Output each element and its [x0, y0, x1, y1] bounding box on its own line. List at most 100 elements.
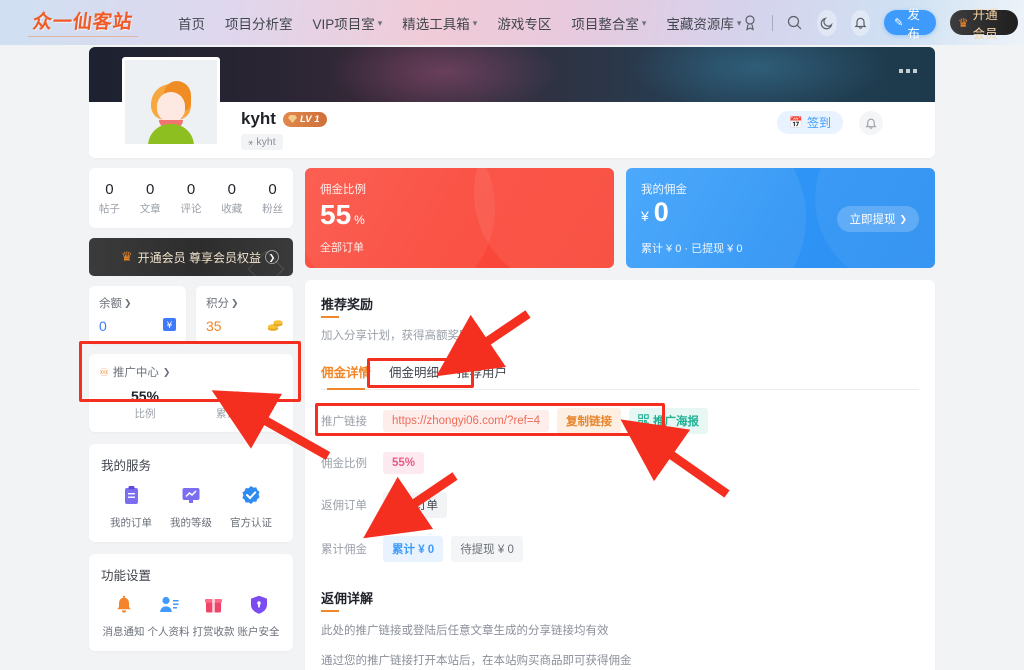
profile-card: kyht LV 1 ⚹ kyht 📅 签到	[89, 47, 935, 158]
tab-commission-details[interactable]: 佣金详情	[321, 362, 372, 390]
stat-articles[interactable]: 0 文章	[140, 180, 161, 217]
setting-notifications[interactable]: 消息通知	[101, 595, 146, 639]
user-tag: ⚹ kyht	[241, 134, 283, 150]
my-services-title: 我的服务	[101, 459, 152, 473]
avatar[interactable]	[122, 57, 220, 147]
nav-item-label: 首页	[178, 16, 205, 32]
banner-glow-right	[629, 47, 889, 102]
balance-card[interactable]: 余额 ❯ 0 ¥	[89, 286, 186, 344]
signin-button[interactable]: 📅 签到	[777, 111, 843, 134]
tab-commission-records[interactable]: 佣金明细	[389, 362, 439, 381]
tab-referred-users[interactable]: 推荐用户	[457, 362, 507, 381]
stat-value: 0	[105, 180, 114, 198]
explain-line: 此处的推广链接或登陆后任意文章生成的分享链接均有效	[321, 625, 609, 637]
feature-settings-grid: 消息通知 个人资料 打赏收款 账户安全	[101, 595, 281, 639]
referral-panel: 推荐奖励 加入分享计划，获得高额奖励 佣金详情 佣金明细 推荐用户 推广链接 h…	[305, 280, 935, 670]
copy-link-button[interactable]: 复制链接	[557, 408, 621, 434]
summary-cards-row: 佣金比例 55 % 全部订单 我的佣金 ¥ 0 累计 ¥ 0 · 已提现 ¥ 0…	[305, 168, 935, 268]
publish-button[interactable]: ✎ 发布	[884, 8, 936, 41]
row-cumulative-commission: 累计佣金 累计 ¥ 0 待提现 ¥ 0	[321, 536, 919, 562]
stat-label: 评论	[180, 203, 202, 216]
nav-item-toolbox[interactable]: 精选工具箱 ▾	[402, 13, 477, 33]
open-membership-button[interactable]: ♛ 开通会员	[949, 8, 1019, 41]
nav-item-vip-project[interactable]: VIP项目室 ▾	[313, 13, 383, 33]
service-my-level[interactable]: 我的等级	[161, 485, 221, 530]
vip-upgrade-banner[interactable]: ♛ 开通会员 尊享会员权益 ❯	[89, 238, 293, 276]
stat-comments[interactable]: 0 评论	[180, 180, 201, 217]
chevron-down-icon: ▾	[377, 18, 383, 28]
service-my-orders[interactable]: 我的订单	[101, 485, 161, 530]
promo-stat-label: 累计佣金	[216, 408, 258, 420]
commission-ratio-value-group: 55 %	[320, 201, 365, 229]
site-logo[interactable]: 众一仙客站 ZHONGYI XIANKE ZHAN · RESOURCE	[28, 8, 138, 38]
points-title-group: 积分 ❯	[206, 295, 283, 311]
medal-icon[interactable]	[741, 12, 758, 34]
promo-stat-value: 55%	[130, 388, 160, 404]
currency-symbol: ¥	[641, 208, 649, 224]
balance-title-group: 余额 ❯	[99, 295, 176, 311]
my-commission-footer: 累计 ¥ 0 · 已提现 ¥ 0	[641, 243, 743, 255]
gem-icon	[287, 115, 297, 123]
explain-section: 返佣详解 此处的推广链接或登陆后任意文章生成的分享链接均有效 通过您的推广链接打…	[321, 588, 919, 670]
setting-label: 个人资料	[147, 626, 190, 638]
promo-stat-cumulative: 0 累计佣金	[191, 388, 283, 421]
stat-favorites[interactable]: 0 收藏	[221, 180, 242, 217]
dark-mode-icon[interactable]	[817, 9, 837, 36]
wallet-row: 余额 ❯ 0 ¥ 积分 ❯ 35	[89, 286, 293, 344]
withdraw-now-button[interactable]: 立即提现 ❯	[837, 206, 919, 232]
points-card[interactable]: 积分 ❯ 35	[196, 286, 293, 344]
service-official-verify[interactable]: 官方认证	[221, 485, 281, 530]
my-commission-value-group: ¥ 0	[641, 199, 669, 226]
nav-divider	[771, 14, 773, 31]
feature-settings-card: 功能设置 消息通知 个人资料 打赏收款 账户安全	[89, 554, 293, 651]
stat-value: 0	[146, 180, 155, 198]
stat-value: 0	[268, 180, 277, 198]
rebate-orders-value[interactable]: 全部订单	[383, 492, 447, 518]
balance-label: 余额	[99, 298, 122, 310]
chevron-down-icon: ▾	[472, 18, 478, 28]
setting-account-security[interactable]: 账户安全	[236, 595, 281, 639]
pending-withdraw-tab[interactable]: 待提现 ¥ 0	[451, 536, 523, 562]
nav-item-label: 宝藏资源库	[666, 16, 734, 32]
my-commission-label: 我的佣金	[641, 184, 687, 196]
chevron-down-icon: ▾	[641, 18, 647, 28]
profile-bell-button[interactable]	[859, 111, 883, 135]
row-label: 佣金比例	[321, 458, 367, 470]
signin-button-label: 签到	[806, 116, 831, 130]
nav-item-home[interactable]: 首页	[178, 13, 205, 33]
crown-icon: ♛	[957, 15, 969, 30]
nav-item-game-zone[interactable]: 游戏专区	[497, 13, 551, 33]
promo-stat-ratio: 55% 比例	[99, 388, 191, 421]
promotion-center-card[interactable]: ♾ 推广中心 ❯ 55% 比例 0 累计佣金	[89, 354, 293, 432]
nav-item-treasure-resources[interactable]: 宝藏资源库 ▾	[666, 13, 741, 33]
copy-link-label: 复制链接	[566, 416, 612, 428]
promotion-center-stats: 55% 比例 0 累计佣金	[99, 388, 283, 421]
promo-poster-button[interactable]: 推广海报	[629, 408, 708, 434]
setting-reward-payment[interactable]: 打赏收款	[191, 595, 236, 639]
promo-link-value[interactable]: https://zhongyi06.com/?ref=4	[383, 410, 549, 432]
nav-menu: 首页 项目分析室 VIP项目室 ▾ 精选工具箱 ▾ 游戏专区 项目整合室 ▾ 宝藏资源…	[178, 13, 741, 33]
page-scrollbar[interactable]	[1017, 45, 1024, 670]
nav-item-project-integration[interactable]: 项目整合室 ▾	[571, 13, 646, 33]
cumulative-commission-tab[interactable]: 累计 ¥ 0	[383, 536, 444, 562]
search-icon[interactable]	[787, 12, 804, 34]
user-identity: kyht LV 1	[241, 109, 327, 129]
wallet-icon: ¥	[162, 317, 177, 335]
stat-label: 粉丝	[262, 203, 284, 216]
nav-item-label: 游戏专区	[497, 16, 552, 32]
nav-item-project-analysis[interactable]: 项目分析室	[225, 13, 293, 33]
level-badge-label: LV 1	[299, 113, 320, 125]
stat-posts[interactable]: 0 帖子	[99, 180, 120, 217]
page-body: kyht LV 1 ⚹ kyht 📅 签到 0 帖子 0 文章 0 评论 0 收…	[0, 45, 1024, 670]
commission-ratio-unit: %	[354, 213, 365, 227]
level-badge: LV 1	[282, 111, 327, 127]
open-membership-label: 开通会员	[972, 7, 998, 41]
referral-subtitle: 加入分享计划，获得高额奖励	[321, 330, 471, 342]
tab-label: 佣金详情	[321, 366, 372, 380]
setting-profile[interactable]: 个人资料	[146, 595, 191, 639]
stat-fans[interactable]: 0 粉丝	[262, 180, 283, 217]
chevron-right-icon: ❯	[265, 250, 279, 264]
notification-bell-icon[interactable]	[850, 9, 871, 36]
row-promo-link: 推广链接 https://zhongyi06.com/?ref=4 复制链接 推…	[321, 408, 919, 434]
more-dots-icon[interactable]	[899, 69, 917, 73]
